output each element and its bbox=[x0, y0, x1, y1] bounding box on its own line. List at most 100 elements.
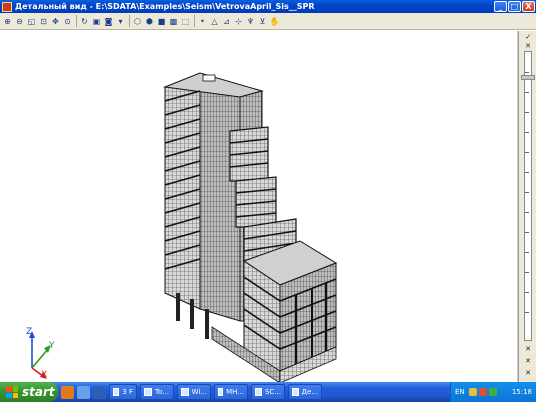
view-button[interactable]: ▣ bbox=[91, 15, 102, 27]
zoom-window-button[interactable]: ◱ bbox=[26, 15, 37, 27]
task-folder[interactable]: 3 F bbox=[109, 384, 137, 400]
minimize-button[interactable]: _ bbox=[494, 1, 507, 12]
app-icon[interactable] bbox=[2, 1, 12, 12]
shaded-cube-icon: ▩ bbox=[169, 16, 178, 26]
render-cube-button[interactable]: ⬡ bbox=[132, 15, 143, 27]
task-detail-view-icon bbox=[292, 388, 299, 396]
zoom-all-icon: ⊡ bbox=[40, 16, 47, 26]
dropdown-arrow-button[interactable]: ▾ bbox=[115, 15, 126, 27]
task-detail-view[interactable]: Де... bbox=[288, 384, 322, 400]
zoom-out-icon: ⊖ bbox=[16, 16, 23, 26]
triangle-icon: △ bbox=[211, 16, 218, 26]
render-cube-icon: ⬡ bbox=[134, 16, 141, 26]
camera-icon: ◙ bbox=[104, 16, 113, 26]
tray-network-icon[interactable] bbox=[488, 388, 497, 396]
apply-button[interactable]: ✓ bbox=[522, 33, 534, 42]
tool-x-button-1[interactable]: ✕ bbox=[522, 345, 534, 354]
right-toolbar: ✓ ✕ ✕ ✕ ✕ bbox=[518, 31, 536, 382]
axes-icon: ⊹ bbox=[235, 16, 242, 26]
task-scad-label: SC... bbox=[264, 388, 281, 396]
main-toolbar: ⊕ ⊖ ◱ ⊡ ✥ ⊙ ↻ ▣ ◙ ▾ ⬡ ⬢ ■ ▩ ⬚ • △ ⊿ ⊹ ♆ ⊻ ✋ bbox=[0, 13, 536, 30]
task-scad[interactable]: SC... bbox=[251, 384, 285, 400]
tray-app-icon[interactable] bbox=[468, 388, 477, 396]
building-model[interactable]: Z Y X bbox=[0, 31, 518, 384]
scale-ruler[interactable] bbox=[524, 51, 532, 341]
tool-x-button-2[interactable]: ✕ bbox=[522, 357, 534, 366]
zoom-in-icon: ⊕ bbox=[4, 16, 11, 26]
axes-button[interactable]: ⊹ bbox=[233, 15, 244, 27]
zoom-previous-icon: ⊙ bbox=[64, 16, 71, 26]
task-scad-icon bbox=[255, 388, 262, 396]
section-button[interactable]: ⬚ bbox=[180, 15, 191, 27]
task-total-commander[interactable]: To... bbox=[140, 384, 174, 400]
language-indicator[interactable]: EN bbox=[455, 388, 465, 396]
maximize-button[interactable]: □ bbox=[508, 1, 521, 12]
task-folder-icon bbox=[113, 388, 120, 396]
axis-y-label: Y bbox=[48, 341, 55, 351]
tree-icon: ♆ bbox=[246, 16, 255, 26]
close-button[interactable]: X bbox=[522, 1, 535, 12]
start-button[interactable]: start bbox=[0, 382, 58, 402]
taskbar: start 3 F To... Wi... MH... SC... Де... EN 15… bbox=[0, 382, 536, 402]
point-button[interactable]: • bbox=[197, 15, 208, 27]
wire-cube-icon: ⬢ bbox=[146, 16, 153, 26]
measure-button[interactable]: ⊿ bbox=[221, 15, 232, 27]
zoom-in-button[interactable]: ⊕ bbox=[2, 15, 13, 27]
zoom-previous-button[interactable]: ⊙ bbox=[62, 15, 73, 27]
pan-button[interactable]: ✥ bbox=[50, 15, 61, 27]
tray-security-icon[interactable] bbox=[478, 388, 487, 396]
filter-button[interactable]: ⊻ bbox=[257, 15, 268, 27]
quicklaunch-desktop-icon[interactable] bbox=[77, 385, 90, 399]
task-mh[interactable]: MH... bbox=[214, 384, 248, 400]
tree-button[interactable]: ♆ bbox=[245, 15, 256, 27]
pan-icon: ✥ bbox=[52, 16, 59, 26]
task-total-commander-icon bbox=[144, 388, 152, 396]
system-tray: EN 15:18 bbox=[450, 382, 536, 402]
task-windows[interactable]: Wi... bbox=[177, 384, 211, 400]
clock[interactable]: 15:18 bbox=[512, 388, 532, 396]
rotate-icon: ↻ bbox=[81, 16, 88, 26]
solid-cube-button[interactable]: ■ bbox=[156, 15, 167, 27]
task-mh-label: MH... bbox=[226, 388, 244, 396]
zoom-all-button[interactable]: ⊡ bbox=[38, 15, 49, 27]
hand-button[interactable]: ✋ bbox=[269, 15, 280, 27]
dropdown-arrow-icon: ▾ bbox=[118, 16, 123, 26]
zoom-window-icon: ◱ bbox=[27, 16, 36, 26]
reject-button[interactable]: ✕ bbox=[522, 42, 534, 51]
view-icon: ▣ bbox=[92, 16, 101, 26]
solid-cube-icon: ■ bbox=[157, 16, 166, 26]
task-mh-icon bbox=[218, 388, 224, 396]
toolbar-separator bbox=[129, 15, 130, 27]
drawing-canvas[interactable]: Z Y X bbox=[0, 31, 518, 384]
window-titlebar[interactable]: Детальный вид - E:\SDATA\Examples\Seism\… bbox=[0, 0, 536, 13]
rotate-button[interactable]: ↻ bbox=[79, 15, 90, 27]
tool-x-button-3[interactable]: ✕ bbox=[522, 369, 534, 378]
measure-icon: ⊿ bbox=[223, 16, 230, 26]
window-title: Детальный вид - E:\SDATA\Examples\Seism\… bbox=[15, 2, 315, 11]
shaded-cube-button[interactable]: ▩ bbox=[168, 15, 179, 27]
filter-icon: ⊻ bbox=[259, 16, 266, 26]
zoom-out-button[interactable]: ⊖ bbox=[14, 15, 25, 27]
camera-button[interactable]: ◙ bbox=[103, 15, 114, 27]
triangle-button[interactable]: △ bbox=[209, 15, 220, 27]
task-detail-view-label: Де... bbox=[301, 388, 318, 396]
point-icon: • bbox=[200, 16, 205, 26]
windows-flag-icon bbox=[6, 386, 18, 398]
task-total-commander-label: To... bbox=[155, 388, 169, 396]
start-label: start bbox=[22, 385, 55, 399]
toolbar-separator bbox=[194, 15, 195, 27]
axis-z-label: Z bbox=[26, 327, 32, 337]
axis-x-label: X bbox=[41, 370, 47, 380]
scale-slider-thumb[interactable] bbox=[521, 75, 535, 80]
quicklaunch-browser-icon[interactable] bbox=[61, 385, 74, 399]
axes-triad: Z Y X bbox=[26, 327, 55, 380]
toolbar-separator bbox=[76, 15, 77, 27]
task-buttons: 3 F To... Wi... MH... SC... Де... bbox=[106, 384, 322, 400]
task-windows-label: Wi... bbox=[191, 388, 207, 396]
wire-cube-button[interactable]: ⬢ bbox=[144, 15, 155, 27]
quicklaunch-word-icon[interactable] bbox=[93, 385, 106, 399]
hand-icon: ✋ bbox=[269, 16, 280, 26]
task-folder-label: 3 F bbox=[122, 388, 133, 396]
section-icon: ⬚ bbox=[181, 16, 190, 26]
task-windows-icon bbox=[181, 388, 189, 396]
